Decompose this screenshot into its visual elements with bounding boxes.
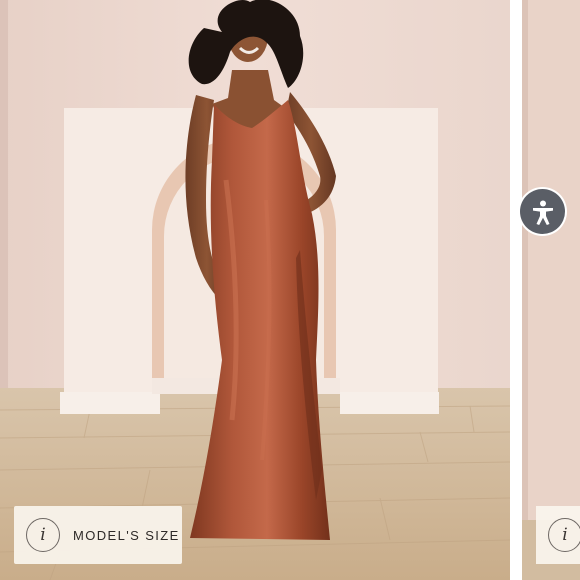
info-icon: i <box>548 518 580 552</box>
slide-gap <box>510 0 522 580</box>
product-photo-main[interactable]: i MODEL'S SIZE <box>0 0 510 580</box>
accessibility-person-icon <box>532 200 553 225</box>
models-size-button-next[interactable]: i <box>536 506 580 564</box>
models-size-button[interactable]: i MODEL'S SIZE <box>14 506 182 564</box>
accessibility-button[interactable] <box>520 189 565 234</box>
model-photo <box>0 0 510 580</box>
product-photo-next[interactable]: i <box>522 0 580 580</box>
next-photo-preview <box>522 0 580 580</box>
models-size-label: MODEL'S SIZE <box>73 527 180 543</box>
info-icon: i <box>26 518 60 552</box>
